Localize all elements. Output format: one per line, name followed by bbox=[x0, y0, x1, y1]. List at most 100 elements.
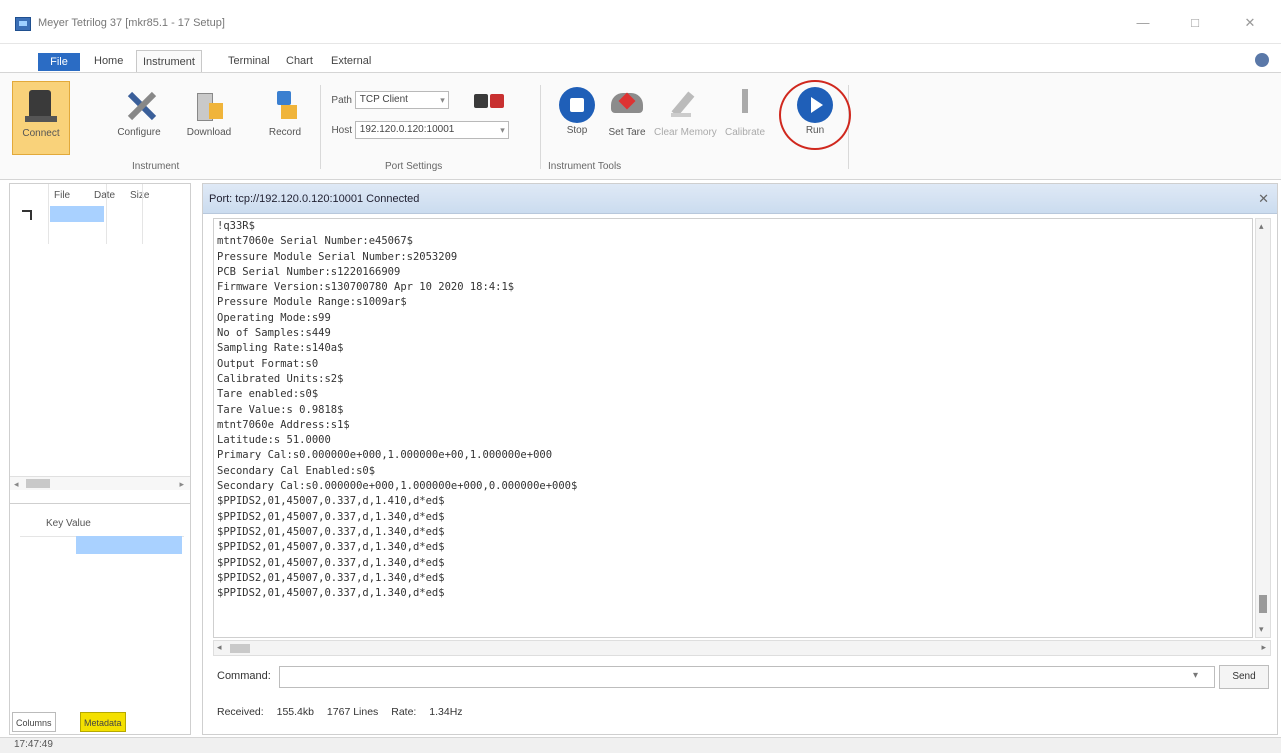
terminal-line: Pressure Module Serial Number:s2053209 bbox=[217, 250, 458, 263]
chevron-down-icon[interactable]: ▾ bbox=[1193, 670, 1198, 681]
left-panel: File Date Size ◂ ▸ Key Value Columns Met… bbox=[9, 183, 191, 735]
terminal-line: Output Format:s0 bbox=[217, 357, 319, 370]
send-button[interactable]: Send bbox=[1219, 665, 1269, 689]
wrench-screwdriver-icon bbox=[119, 85, 159, 125]
terminal-line: $PPIDS2,01,45007,0.337,d,1.340,d*ed$ bbox=[217, 510, 445, 523]
clear-memory-button[interactable]: Clear Memory bbox=[654, 81, 717, 155]
path-row: Path TCP Client ▾ bbox=[326, 91, 449, 111]
run-highlight-circle bbox=[779, 80, 851, 150]
metadata-grid: Key Value bbox=[10, 506, 190, 706]
left-panel-tabs: Columns Metadata bbox=[10, 712, 190, 734]
terminal-line: No of Samples:s449 bbox=[217, 327, 331, 340]
scroll-left-icon[interactable]: ◂ bbox=[14, 477, 19, 491]
terminal-line: Primary Cal:s0.000000e+000,1.000000e+00,… bbox=[217, 449, 553, 462]
record-button[interactable]: Record bbox=[256, 81, 314, 155]
terminal-line: Secondary Cal Enabled:s0$ bbox=[217, 464, 376, 477]
path-value: TCP Client bbox=[359, 94, 408, 105]
command-input[interactable] bbox=[279, 666, 1215, 688]
host-label: Host bbox=[331, 124, 352, 136]
app-icon bbox=[15, 17, 31, 31]
calibrate-button[interactable]: Calibrate bbox=[716, 81, 774, 155]
path-select[interactable]: TCP Client ▾ bbox=[354, 91, 449, 109]
scroll-right-icon[interactable]: ▸ bbox=[179, 477, 184, 491]
scroll-up-icon[interactable]: ▴ bbox=[1259, 221, 1264, 232]
terminal-output[interactable]: !q33R$ mtnt7060e Serial Number:e45067$ Pre… bbox=[213, 218, 1253, 638]
tab-chart[interactable]: Chart bbox=[280, 50, 319, 72]
rate-value: 1.34Hz bbox=[429, 706, 463, 718]
window-title: Meyer Tetrilog 37 [mkr85.1 - 17 Setup] bbox=[38, 17, 225, 29]
tab-terminal[interactable]: Terminal bbox=[222, 50, 276, 72]
column-divider bbox=[48, 184, 49, 244]
connect-button[interactable]: Connect bbox=[12, 81, 70, 155]
download-label: Download bbox=[186, 127, 232, 138]
chevron-down-icon: ▾ bbox=[440, 95, 445, 105]
selected-metadata-cell[interactable] bbox=[76, 536, 182, 554]
tab-external[interactable]: External bbox=[325, 50, 377, 72]
connect-label: Connect bbox=[22, 128, 60, 139]
close-icon[interactable]: ✕ bbox=[1258, 191, 1269, 207]
stop-icon bbox=[559, 87, 595, 123]
scrollbar-thumb[interactable] bbox=[1259, 595, 1267, 613]
set-tare-button[interactable]: Set Tare bbox=[598, 81, 656, 155]
terminal-horizontal-scrollbar[interactable]: ◂ ▸ bbox=[213, 640, 1271, 656]
column-header-file[interactable]: File bbox=[54, 190, 70, 201]
terminal-line: Secondary Cal:s0.000000e+000,1.000000e+0… bbox=[217, 480, 578, 493]
terminal-line: !q33R$ bbox=[217, 220, 255, 232]
minimize-button[interactable]: — bbox=[1128, 12, 1158, 34]
receive-status: Received: 155.4kb 1767 Lines Rate: 1.34H… bbox=[217, 706, 473, 718]
record-label: Record bbox=[268, 127, 302, 138]
tab-instrument[interactable]: Instrument bbox=[136, 50, 202, 72]
selected-file-row[interactable] bbox=[50, 206, 104, 222]
port-connect-icons[interactable] bbox=[474, 92, 508, 110]
terminal-line: Tare enabled:s0$ bbox=[217, 388, 319, 401]
configure-button[interactable]: Configure bbox=[110, 81, 168, 155]
terminal-line: $PPIDS2,01,45007,0.337,d,1.340,d*ed$ bbox=[217, 587, 445, 600]
group-label-instrument: Instrument bbox=[132, 161, 180, 172]
gear-icon[interactable] bbox=[1255, 53, 1269, 67]
key-header-label: Key bbox=[46, 518, 64, 529]
group-separator bbox=[540, 85, 541, 169]
scroll-right-icon[interactable]: ▸ bbox=[1261, 642, 1266, 653]
download-button[interactable]: Download bbox=[180, 81, 238, 155]
scroll-left-icon[interactable]: ◂ bbox=[217, 642, 222, 653]
configure-label: Configure bbox=[117, 127, 161, 138]
received-label: Received: bbox=[217, 706, 264, 718]
host-select[interactable]: 192.120.0.120:10001 ▾ bbox=[354, 121, 509, 139]
tab-home[interactable]: Home bbox=[88, 50, 129, 72]
terminal-line: mtnt7060e Address:s1$ bbox=[217, 418, 350, 431]
scrollbar-thumb[interactable] bbox=[26, 479, 50, 488]
ribbon: Connect Configure Download Record Instru… bbox=[0, 72, 1281, 180]
tree-bracket-icon bbox=[22, 210, 32, 220]
lines-value: 1767 Lines bbox=[326, 706, 379, 718]
connect-icon bbox=[21, 86, 61, 126]
file-list-scrollbar[interactable]: ◂ ▸ bbox=[10, 476, 190, 490]
scrollbar-thumb[interactable] bbox=[230, 644, 250, 653]
terminal-vertical-scrollbar[interactable]: ▴ ▾ bbox=[1255, 218, 1271, 638]
status-bar: 17:47:49 bbox=[0, 737, 1281, 753]
terminal-line: mtnt7060e Serial Number:e45067$ bbox=[217, 235, 413, 248]
download-icon bbox=[189, 85, 229, 125]
status-time: 17:47:49 bbox=[14, 739, 53, 750]
tab-metadata[interactable]: Metadata bbox=[80, 712, 126, 732]
column-header-date[interactable]: Date bbox=[94, 190, 115, 201]
tab-columns[interactable]: Columns bbox=[12, 712, 56, 732]
close-button[interactable]: ✕ bbox=[1235, 12, 1265, 34]
column-header-size[interactable]: Size bbox=[130, 190, 149, 201]
value-header-label: Value bbox=[66, 518, 91, 529]
host-value: 192.120.0.120:10001 bbox=[359, 124, 455, 135]
scroll-down-icon[interactable]: ▾ bbox=[1259, 624, 1264, 635]
command-label: Command: bbox=[217, 670, 271, 682]
group-label-port-settings: Port Settings bbox=[385, 161, 443, 172]
terminal-line: $PPIDS2,01,45007,0.337,d,1.340,d*ed$ bbox=[217, 541, 445, 554]
terminal-line: Operating Mode:s99 bbox=[217, 311, 331, 324]
ribbon-tabs: File Home Instrument Terminal Chart Exte… bbox=[0, 50, 1281, 72]
column-divider bbox=[142, 184, 143, 244]
maximize-button[interactable]: □ bbox=[1180, 12, 1210, 34]
column-header-key[interactable]: Key Value bbox=[46, 518, 91, 529]
clear-memory-label: Clear Memory bbox=[654, 127, 717, 138]
command-row: Command: ▾ Send bbox=[213, 664, 1273, 690]
terminal-line: Latitude:s 51.0000 bbox=[217, 434, 331, 447]
terminal-line: $PPIDS2,01,45007,0.337,d,1.410,d*ed$ bbox=[217, 495, 445, 508]
tab-file[interactable]: File bbox=[38, 53, 80, 71]
rate-label: Rate: bbox=[391, 706, 417, 718]
